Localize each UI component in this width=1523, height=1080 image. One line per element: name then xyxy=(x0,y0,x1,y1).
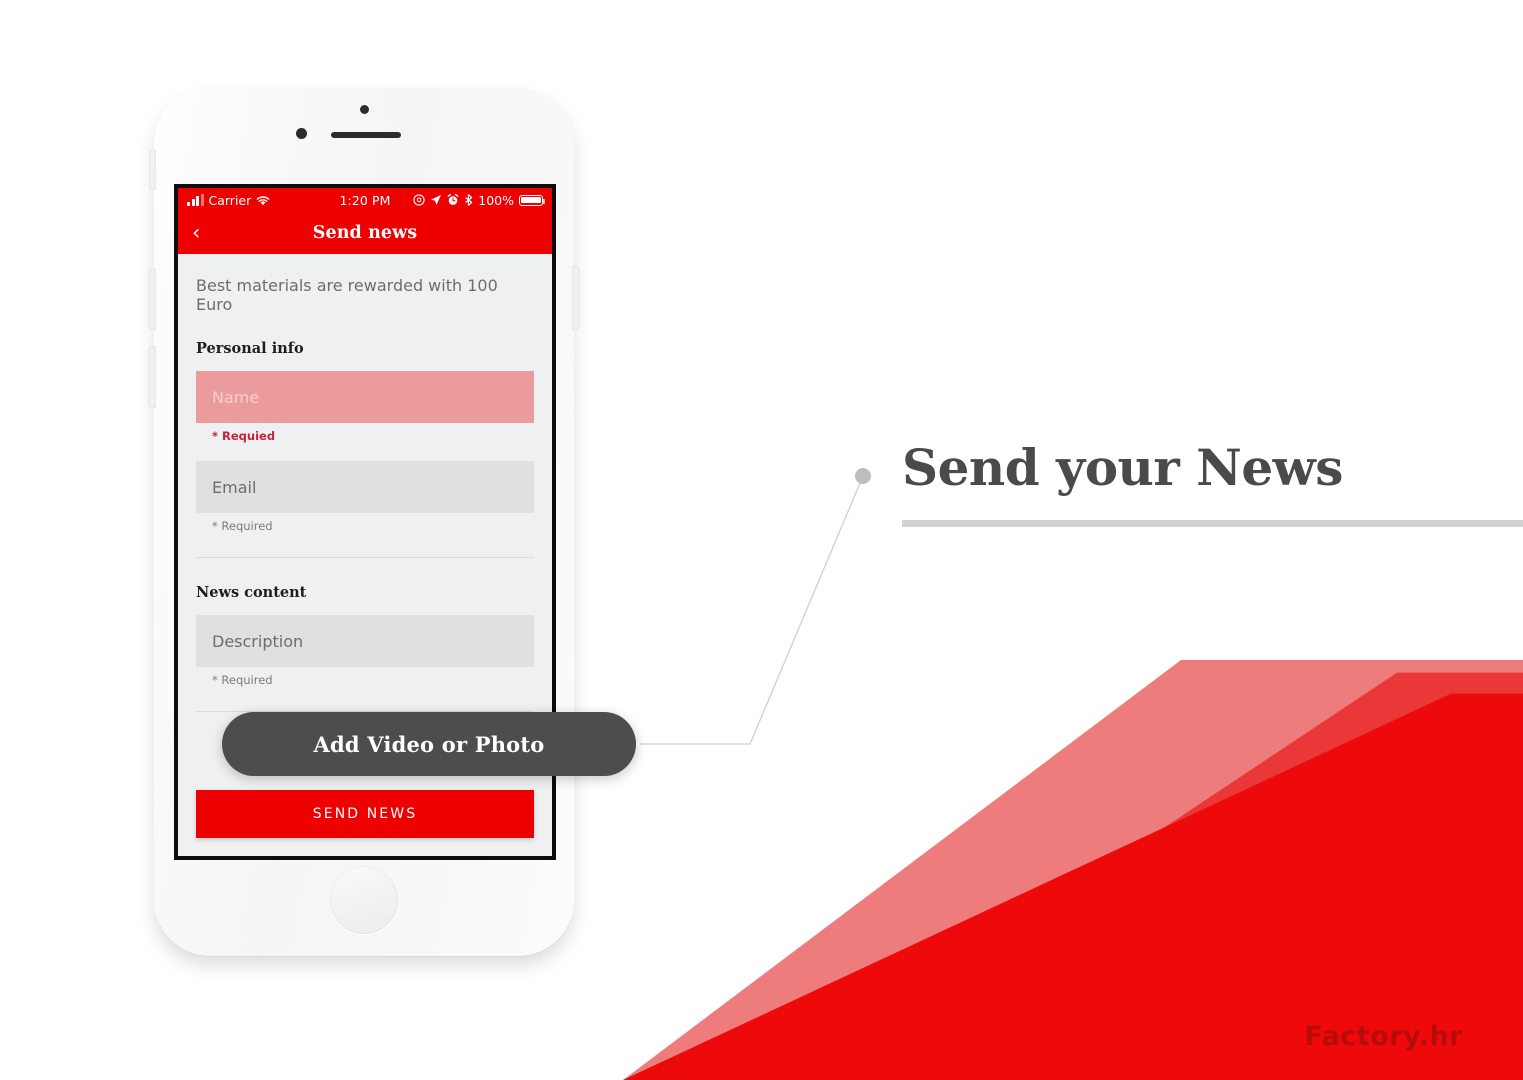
corner-layer-back xyxy=(623,660,1523,1080)
battery-percent-label: 100% xyxy=(478,192,515,208)
wifi-icon xyxy=(256,195,270,205)
watermark-label: Factory.hr xyxy=(1304,1021,1463,1052)
status-bar-right: 100% xyxy=(391,192,546,208)
do-not-disturb-icon xyxy=(413,194,425,206)
earpiece-speaker xyxy=(331,132,401,138)
bluetooth-icon xyxy=(465,194,473,206)
location-arrow-icon xyxy=(431,195,442,205)
alarm-clock-icon xyxy=(447,194,459,205)
headline-divider xyxy=(902,519,1523,527)
corner-shading xyxy=(623,693,1523,1080)
screen-title: Send news xyxy=(312,223,418,243)
front-camera-icon xyxy=(360,105,369,114)
proximity-sensor-icon xyxy=(296,128,307,139)
status-bar-left: Carrier xyxy=(187,193,339,208)
email-input[interactable]: Email xyxy=(196,461,534,513)
chevron-left-icon[interactable]: ‹ xyxy=(192,222,200,244)
add-video-or-photo-button[interactable]: Add Video or Photo xyxy=(222,712,636,776)
home-button[interactable] xyxy=(330,866,398,934)
promo-text: Best materials are rewarded with 100 Eur… xyxy=(196,276,498,314)
headline-block: Send your News xyxy=(902,438,1523,527)
email-required-hint: * Required xyxy=(212,519,273,533)
volume-up-button[interactable] xyxy=(148,268,156,330)
name-required-hint: * Requied xyxy=(212,429,276,443)
carrier-label: Carrier xyxy=(208,192,252,208)
signal-bars-icon xyxy=(187,193,204,206)
name-input[interactable]: Name xyxy=(196,371,534,423)
status-bar-time: 1:20 PM xyxy=(339,192,391,208)
name-input-placeholder: Name xyxy=(212,387,260,407)
description-required-hint: * Required xyxy=(212,673,273,687)
silent-switch-button[interactable] xyxy=(149,150,156,190)
status-bar: Carrier 1:20 PM 100% xyxy=(178,188,552,212)
corner-layer-front xyxy=(623,693,1523,1080)
nav-bar: ‹ Send news xyxy=(178,212,552,254)
corner-layer-mid xyxy=(785,672,1523,1080)
volume-down-button[interactable] xyxy=(148,346,156,408)
battery-icon xyxy=(519,194,546,206)
page-title: Send your News xyxy=(902,438,1343,497)
send-news-button[interactable]: SEND NEWS xyxy=(196,790,534,838)
phone-mockup: Carrier 1:20 PM 100% ‹ Send news Best ma… xyxy=(148,88,580,956)
section-title-personal-info: Personal info xyxy=(196,340,304,357)
section-title-news-content: News content xyxy=(196,584,307,601)
power-button[interactable] xyxy=(572,266,580,330)
callout-connector-line xyxy=(640,468,871,745)
description-input-placeholder: Description xyxy=(212,631,304,651)
description-input[interactable]: Description xyxy=(196,615,534,667)
red-corner-decoration: Factory.hr xyxy=(623,660,1523,1080)
email-input-placeholder: Email xyxy=(212,477,257,497)
